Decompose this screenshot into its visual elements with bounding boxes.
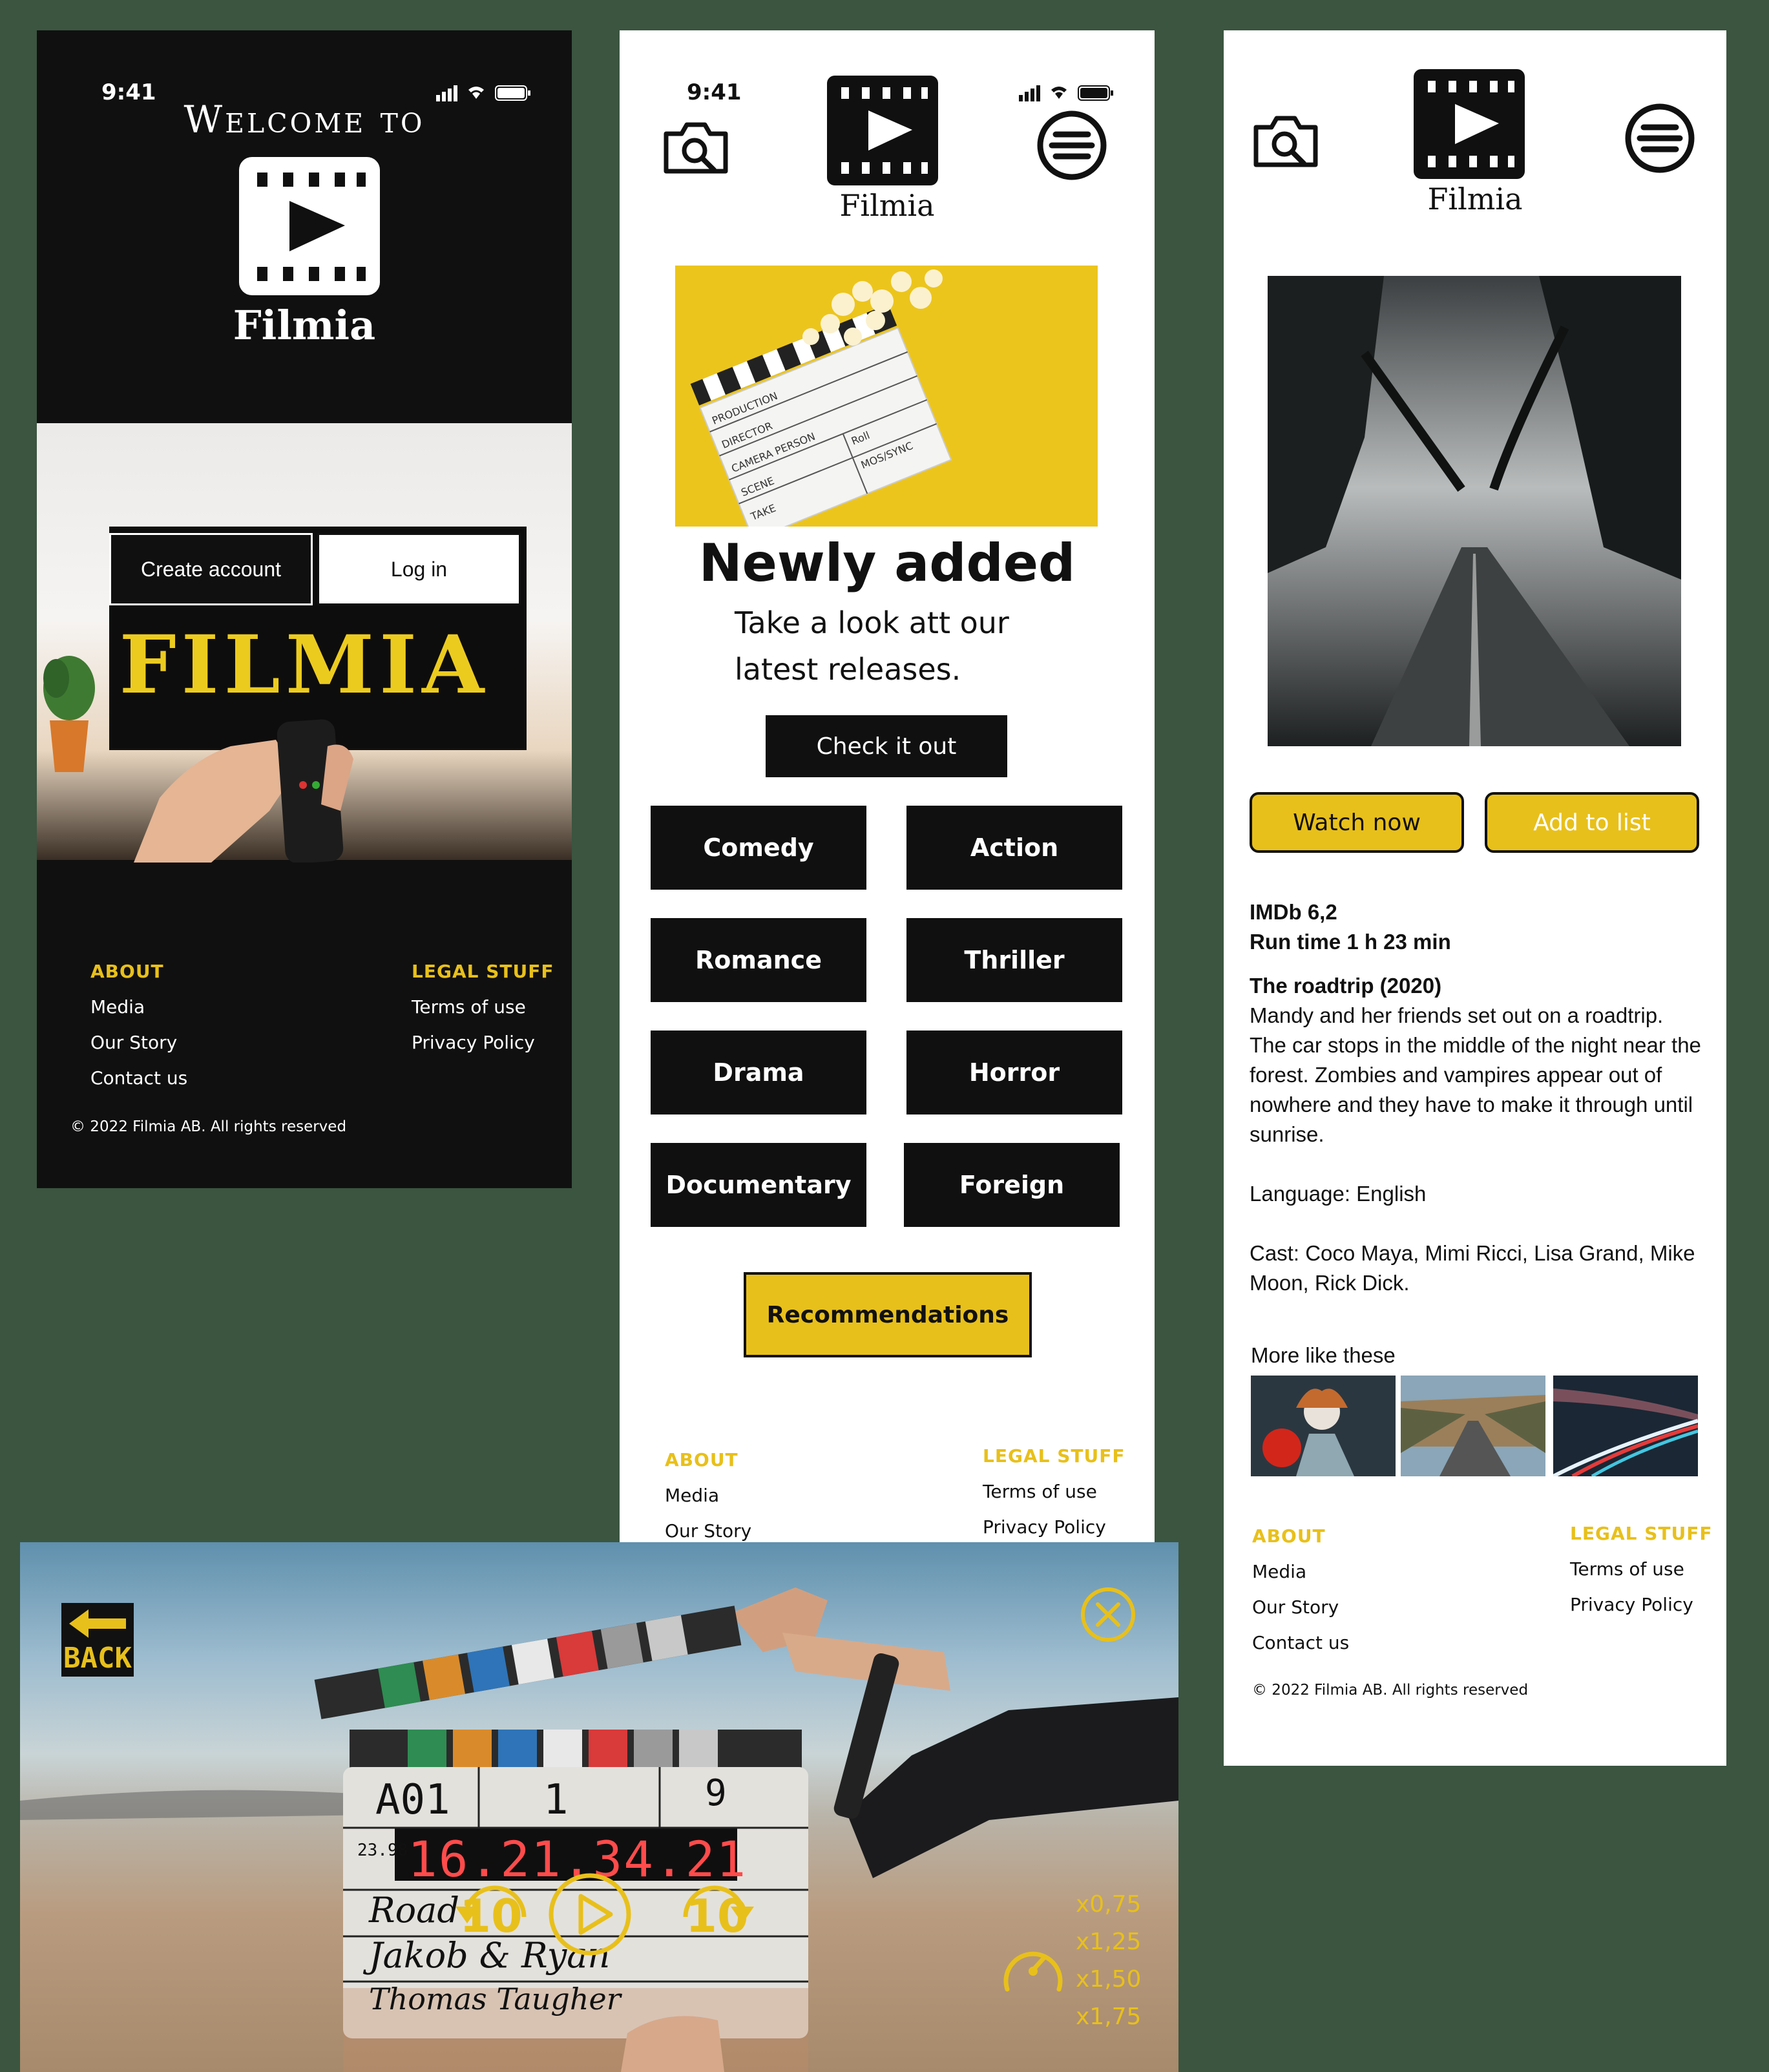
slate-take: 9 (705, 1772, 727, 1814)
related-movie-road-thumbnail[interactable] (1401, 1376, 1545, 1476)
create-account-button[interactable]: Create account (109, 533, 313, 605)
footer-legal-heading: LEGAL STUFF (983, 1445, 1125, 1467)
add-to-list-button[interactable]: Add to list (1485, 792, 1699, 853)
genre-comedy-button[interactable]: Comedy (651, 806, 866, 890)
footer-about-heading: ABOUT (90, 961, 164, 982)
footer-link-contact[interactable]: Contact us (1252, 1632, 1349, 1653)
welcome-screen: 9:41 Welcome to Filmia Create account Lo… (37, 30, 572, 1188)
camera-search-icon[interactable] (662, 120, 729, 175)
movie-description: Mandy and her friends set out on a roadt… (1250, 1003, 1701, 1146)
slate-production: Road (369, 1890, 459, 1931)
brand-name: Filmia (839, 188, 935, 223)
footer-link-terms[interactable]: Terms of use (983, 1481, 1125, 1502)
speed-option-125[interactable]: x1,25 (1076, 1923, 1141, 1961)
recommendations-button[interactable]: Recommendations (744, 1272, 1032, 1357)
movie-poster-image (1268, 276, 1681, 746)
slate-fps: 23.98 (357, 1841, 408, 1860)
video-player-screen: A01 1 9 23.98 16.21.34.21 Road Jakob & R… (20, 1542, 1178, 2072)
arrow-left-icon (69, 1609, 126, 1638)
menu-icon[interactable] (1624, 103, 1695, 174)
footer-link-our-story[interactable]: Our Story (665, 1520, 751, 1542)
genre-action-button[interactable]: Action (906, 806, 1122, 890)
status-bar: 9:41 (37, 30, 572, 105)
hero-brand-text: FILMIA (119, 618, 490, 712)
menu-icon[interactable] (1036, 110, 1107, 181)
genre-foreign-button[interactable]: Foreign (904, 1143, 1120, 1227)
genre-thriller-button[interactable]: Thriller (906, 918, 1122, 1002)
runtime: Run time 1 h 23 min (1250, 930, 1451, 954)
copyright: © 2022 Filmia AB. All rights reserved (70, 1118, 347, 1135)
speed-options: x0,75 x1,25 x1,50 x1,75 (1076, 1886, 1141, 2036)
signal-wifi-battery-icon (1019, 85, 1113, 101)
footer-legal: LEGAL STUFF Terms of use Privacy Policy (1570, 1523, 1712, 1615)
genre-drama-button[interactable]: Drama (651, 1031, 866, 1114)
speed-option-075[interactable]: x0,75 (1076, 1886, 1141, 1923)
slate-scene: 1 (543, 1776, 569, 1824)
footer-link-privacy[interactable]: Privacy Policy (983, 1516, 1125, 1538)
filmia-logo-icon (1414, 69, 1525, 179)
footer-legal: LEGAL STUFF Terms of use Privacy Policy (412, 961, 554, 1053)
genre-horror-button[interactable]: Horror (906, 1031, 1122, 1114)
footer-legal-heading: LEGAL STUFF (1570, 1523, 1713, 1544)
footer-about-heading: ABOUT (1252, 1525, 1326, 1547)
footer-link-our-story[interactable]: Our Story (90, 1032, 187, 1053)
movie-language: Language: English (1250, 1182, 1427, 1206)
more-like-heading: More like these (1251, 1343, 1396, 1367)
home-screen: 9:41 Filmia PRODUCTION DIRECTOR CAMERA P… (620, 30, 1155, 1542)
copyright: © 2022 Filmia AB. All rights reserved (1252, 1682, 1529, 1699)
status-time: 9:41 (687, 79, 742, 105)
back-label: BACK (63, 1642, 132, 1675)
footer-link-privacy[interactable]: Privacy Policy (412, 1032, 554, 1053)
footer-link-privacy[interactable]: Privacy Policy (1570, 1594, 1712, 1615)
related-movie-clown-thumbnail[interactable] (1251, 1376, 1396, 1476)
footer-about: ABOUT Media Our Story (665, 1449, 751, 1542)
imdb-rating: IMDb 6,2 (1250, 900, 1337, 924)
footer-about-heading: ABOUT (665, 1449, 738, 1470)
speed-option-150[interactable]: x1,50 (1076, 1961, 1141, 1998)
footer-link-media[interactable]: Media (665, 1485, 751, 1506)
footer-link-media[interactable]: Media (90, 996, 187, 1018)
genre-romance-button[interactable]: Romance (651, 918, 866, 1002)
subtitle-line2: latest releases. (735, 652, 961, 687)
footer-legal-heading: LEGAL STUFF (412, 961, 554, 982)
brand-name: Filmia (1427, 182, 1523, 216)
related-movie-lights-thumbnail[interactable] (1553, 1376, 1698, 1476)
camera-search-icon[interactable] (1252, 113, 1319, 169)
footer-link-our-story[interactable]: Our Story (1252, 1596, 1349, 1618)
back-button[interactable]: BACK (61, 1603, 134, 1677)
slate-camera: Thomas Taugher (369, 1982, 621, 2016)
footer-link-terms[interactable]: Terms of use (1570, 1558, 1712, 1580)
movie-detail-screen: Filmia Watch now Add to list IMDb 6,2 Ru… (1224, 30, 1726, 1766)
rewind-10-label: 10 (459, 1890, 523, 1943)
remote-hand-image (134, 719, 353, 863)
movie-cast: Cast: Coco Maya, Mimi Ricci, Lisa Grand,… (1250, 1241, 1695, 1295)
close-icon[interactable] (1080, 1586, 1136, 1643)
welcome-title: Welcome to (183, 98, 425, 141)
newly-added-heading: Newly added (698, 533, 1076, 593)
speed-option-175[interactable]: x1,75 (1076, 1998, 1141, 2036)
hero-image: Create account Log in FILMIA (37, 423, 572, 863)
footer-about: ABOUT Media Our Story Contact us (90, 961, 187, 1089)
footer-legal: LEGAL STUFF Terms of use Privacy Policy (983, 1445, 1125, 1538)
footer-link-media[interactable]: Media (1252, 1561, 1349, 1582)
movie-title: The roadtrip (2020) (1250, 974, 1442, 998)
check-it-out-button[interactable]: Check it out (766, 715, 1007, 777)
play-icon[interactable] (547, 1872, 633, 1957)
subtitle-line1: Take a look att our (735, 605, 1009, 640)
forward-10-label: 10 (686, 1890, 749, 1943)
footer-link-terms[interactable]: Terms of use (412, 996, 554, 1018)
footer-about: ABOUT Media Our Story Contact us (1252, 1525, 1349, 1653)
watch-now-button[interactable]: Watch now (1250, 792, 1464, 853)
filmia-logo-icon (827, 76, 938, 185)
speed-gauge-icon[interactable] (1001, 1938, 1065, 1996)
login-button[interactable]: Log in (317, 533, 521, 605)
brand-name: Filmia (233, 302, 376, 349)
slate-roll: A01 (375, 1776, 450, 1824)
filmia-logo-icon (239, 157, 380, 295)
genre-documentary-button[interactable]: Documentary (651, 1143, 866, 1227)
newly-added-image: PRODUCTION DIRECTOR CAMERA PERSON SCENE … (675, 266, 1098, 527)
footer-link-contact[interactable]: Contact us (90, 1067, 187, 1089)
